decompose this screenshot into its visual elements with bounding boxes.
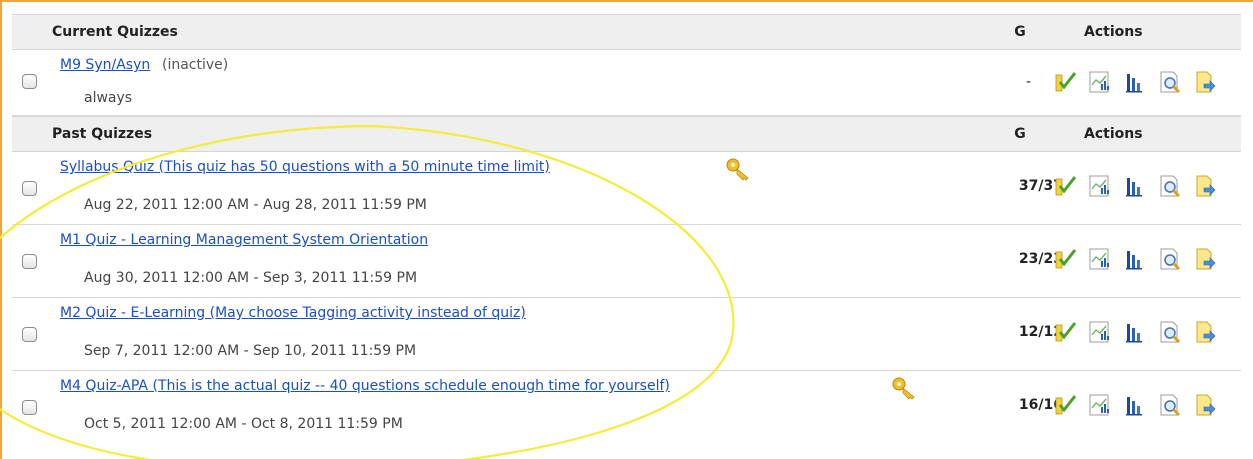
quiz-row: M9 Syn/Asyn (inactive) always - (12, 50, 1241, 116)
stats-chart-icon[interactable] (1087, 70, 1113, 94)
export-document-icon[interactable] (1192, 320, 1218, 344)
bar-chart-icon[interactable] (1122, 393, 1148, 417)
quiz-checkbox[interactable] (22, 74, 37, 89)
section-title: Current Quizzes (52, 24, 178, 40)
quiz-actions (1052, 393, 1218, 417)
preview-magnifier-icon[interactable] (1157, 70, 1183, 94)
section-title: Past Quizzes (52, 126, 153, 142)
grade-check-icon[interactable] (1052, 174, 1078, 198)
past-quizzes-header: Past Quizzes G Actions (12, 116, 1241, 152)
export-document-icon[interactable] (1192, 174, 1218, 198)
quiz-actions (1052, 70, 1218, 94)
current-quizzes-header: Current Quizzes G Actions (12, 14, 1241, 50)
quiz-dates: Sep 7, 2011 12:00 AM - Sep 10, 2011 11:5… (84, 343, 417, 359)
quiz-link[interactable]: M9 Syn/Asyn (60, 57, 150, 73)
grade-check-icon[interactable] (1052, 70, 1078, 94)
stats-chart-icon[interactable] (1087, 247, 1113, 271)
quiz-row: M2 Quiz - E-Learning (May choose Tagging… (12, 298, 1241, 371)
quiz-grade: - (1025, 74, 1031, 90)
grade-column-header: G (1014, 24, 1026, 40)
export-document-icon[interactable] (1192, 70, 1218, 94)
quiz-row: M4 Quiz-APA (This is the actual quiz -- … (12, 371, 1241, 444)
quiz-status: (inactive) (162, 57, 229, 73)
quiz-link[interactable]: M1 Quiz - Learning Management System Ori… (60, 232, 428, 248)
bar-chart-icon[interactable] (1122, 247, 1148, 271)
quiz-checkbox[interactable] (22, 181, 37, 196)
bar-chart-icon[interactable] (1122, 174, 1148, 198)
grade-check-icon[interactable] (1052, 320, 1078, 344)
quiz-dates: Aug 30, 2011 12:00 AM - Sep 3, 2011 11:5… (84, 270, 418, 286)
export-document-icon[interactable] (1192, 393, 1218, 417)
quiz-link[interactable]: Syllabus Quiz (This quiz has 50 question… (60, 159, 550, 175)
preview-magnifier-icon[interactable] (1157, 247, 1183, 271)
quiz-checkbox[interactable] (22, 327, 37, 342)
quiz-dates: Aug 22, 2011 12:00 AM - Aug 28, 2011 11:… (84, 197, 427, 213)
key-icon (724, 156, 754, 182)
stats-chart-icon[interactable] (1087, 174, 1113, 198)
actions-column-header: Actions (1084, 24, 1143, 40)
preview-magnifier-icon[interactable] (1157, 174, 1183, 198)
stats-chart-icon[interactable] (1087, 393, 1113, 417)
quiz-actions (1052, 320, 1218, 344)
quiz-dates: Oct 5, 2011 12:00 AM - Oct 8, 2011 11:59… (84, 416, 403, 432)
grade-check-icon[interactable] (1052, 247, 1078, 271)
actions-column-header: Actions (1084, 126, 1143, 142)
bar-chart-icon[interactable] (1122, 70, 1148, 94)
quiz-row: Syllabus Quiz (This quiz has 50 question… (12, 152, 1241, 225)
quizzes-table: Current Quizzes G Actions M9 Syn/Asyn (i… (12, 14, 1241, 444)
quiz-link[interactable]: M2 Quiz - E-Learning (May choose Tagging… (60, 305, 526, 321)
preview-magnifier-icon[interactable] (1157, 393, 1183, 417)
bar-chart-icon[interactable] (1122, 320, 1148, 344)
quiz-availability: always (84, 90, 133, 106)
preview-magnifier-icon[interactable] (1157, 320, 1183, 344)
grade-check-icon[interactable] (1052, 393, 1078, 417)
quiz-link[interactable]: M4 Quiz-APA (This is the actual quiz -- … (60, 378, 670, 394)
grade-column-header: G (1014, 126, 1026, 142)
quiz-actions (1052, 247, 1218, 271)
quiz-row: M1 Quiz - Learning Management System Ori… (12, 225, 1241, 298)
stats-chart-icon[interactable] (1087, 320, 1113, 344)
quiz-actions (1052, 174, 1218, 198)
quiz-checkbox[interactable] (22, 400, 37, 415)
export-document-icon[interactable] (1192, 247, 1218, 271)
quiz-checkbox[interactable] (22, 254, 37, 269)
key-icon (890, 375, 920, 401)
